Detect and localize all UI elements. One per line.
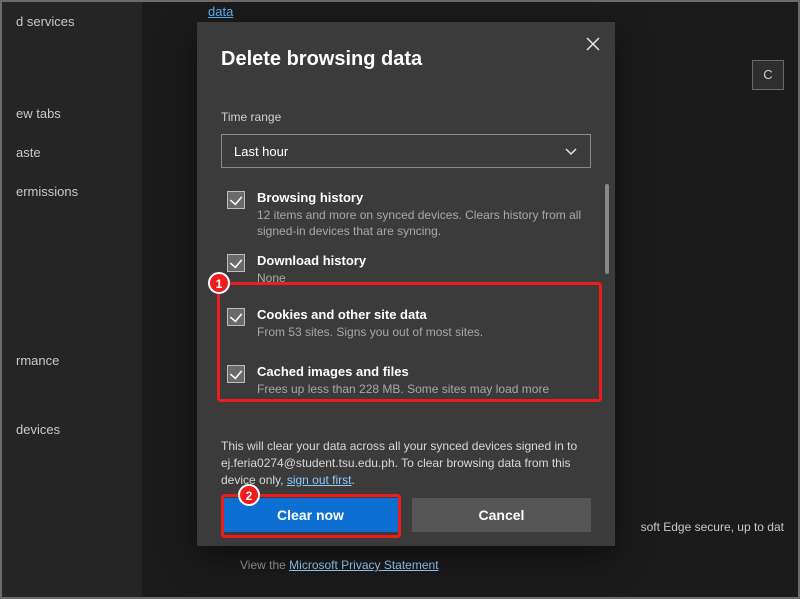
- option-title: Cached images and files: [257, 364, 585, 379]
- time-range-label: Time range: [221, 110, 281, 124]
- sign-out-link[interactable]: sign out first: [287, 473, 352, 487]
- option-desc: From 53 sites. Signs you out of most sit…: [257, 324, 585, 340]
- checkbox[interactable]: [227, 308, 245, 326]
- option-title: Download history: [257, 253, 585, 268]
- sidebar-item[interactable]: rmance: [2, 341, 142, 380]
- option-title: Cookies and other site data: [257, 307, 585, 322]
- close-icon: [586, 37, 600, 51]
- cancel-button[interactable]: Cancel: [412, 498, 591, 532]
- time-range-select[interactable]: Last hour: [221, 134, 591, 168]
- footnote-text: This will clear your data across all you…: [221, 439, 577, 487]
- dialog-title: Delete browsing data: [221, 48, 422, 71]
- privacy-view-line: View the Microsoft Privacy Statement: [240, 558, 439, 572]
- sidebar-item[interactable]: devices: [2, 410, 142, 449]
- clear-now-button[interactable]: Clear now: [221, 498, 400, 532]
- secure-text-tail: soft Edge secure, up to dat: [641, 520, 784, 534]
- option-browsing-history[interactable]: Browsing history 12 items and more on sy…: [221, 180, 591, 243]
- choose-button-trunc[interactable]: C: [752, 60, 784, 90]
- checkbox[interactable]: [227, 191, 245, 209]
- sidebar-item[interactable]: ermissions: [2, 172, 142, 211]
- checkbox[interactable]: [227, 254, 245, 272]
- time-range-value: Last hour: [234, 144, 564, 159]
- delete-browsing-data-dialog: Delete browsing data Time range Last hou…: [197, 22, 615, 546]
- option-desc: 12 items and more on synced devices. Cle…: [257, 207, 585, 239]
- sidebar-item[interactable]: aste: [2, 133, 142, 172]
- sync-footnote: This will clear your data across all you…: [221, 438, 591, 488]
- option-title: Browsing history: [257, 190, 585, 205]
- footnote-post: .: [352, 473, 355, 487]
- settings-page: d services ew tabs aste ermissions rmanc…: [0, 0, 800, 599]
- settings-sidebar: d services ew tabs aste ermissions rmanc…: [2, 2, 142, 597]
- option-desc: None: [257, 270, 585, 286]
- scrollbar-thumb[interactable]: [605, 184, 609, 274]
- option-cookies[interactable]: Cookies and other site data From 53 site…: [221, 297, 591, 344]
- data-type-list: Browsing history 12 items and more on sy…: [221, 180, 591, 432]
- option-cached[interactable]: Cached images and files Frees up less th…: [221, 354, 591, 401]
- view-prefix: View the: [240, 558, 289, 572]
- privacy-statement-link[interactable]: Microsoft Privacy Statement: [289, 558, 438, 572]
- chevron-down-icon: [564, 144, 578, 158]
- sidebar-item[interactable]: d services: [2, 2, 142, 41]
- close-button[interactable]: [583, 34, 603, 54]
- option-desc: Frees up less than 228 MB. Some sites ma…: [257, 381, 585, 397]
- dialog-buttons: Clear now Cancel: [221, 498, 591, 532]
- option-download-history[interactable]: Download history None: [221, 243, 591, 290]
- sidebar-item[interactable]: ew tabs: [2, 94, 142, 133]
- checkbox[interactable]: [227, 365, 245, 383]
- data-link[interactable]: data: [208, 4, 233, 19]
